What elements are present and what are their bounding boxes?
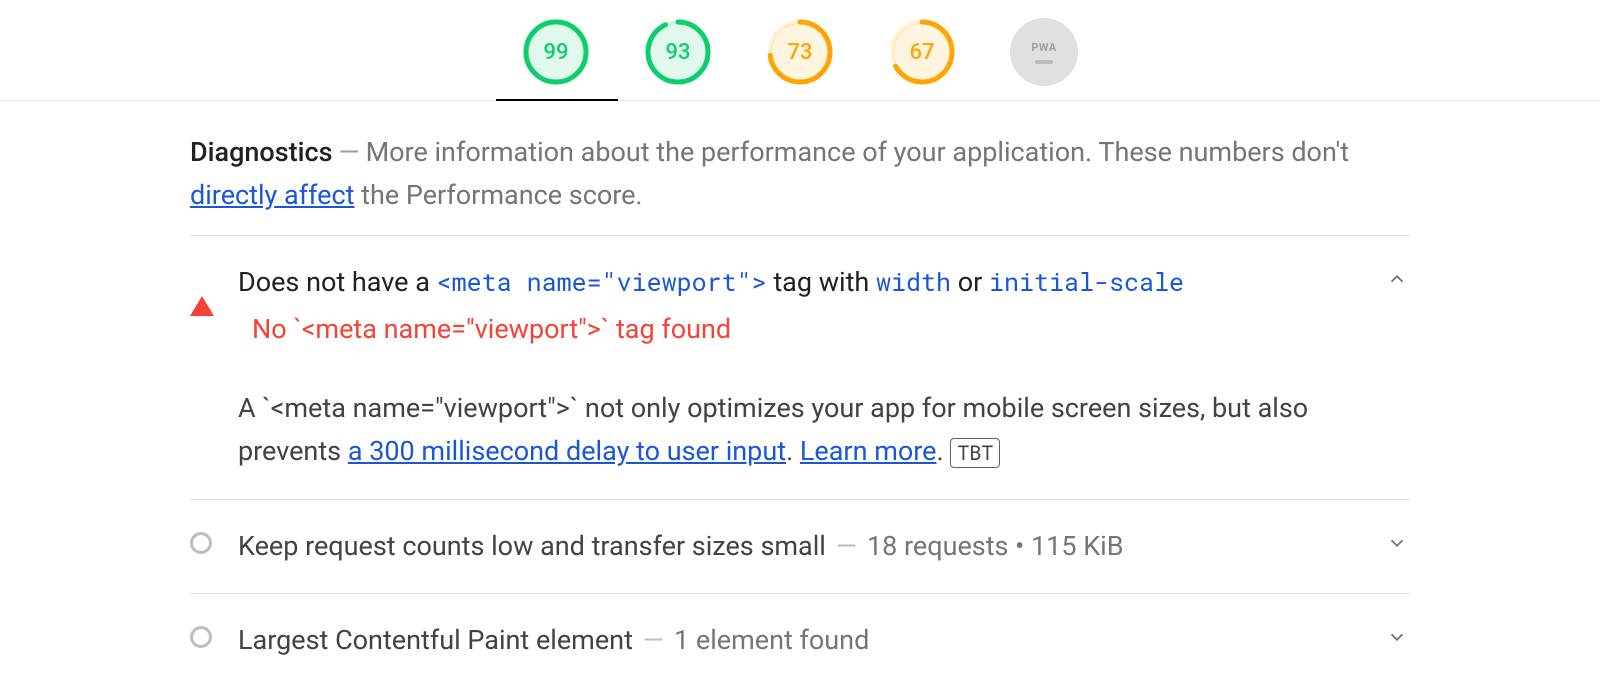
audit-lcp-element-title: Largest Contentful Paint element—1 eleme… <box>238 620 1362 661</box>
score-gauge-best-practices[interactable]: 73 <box>766 18 834 86</box>
diagnostics-panel: Diagnostics—More information about the p… <box>190 101 1410 686</box>
diagnostics-desc-before: More information about the performance o… <box>366 136 1349 168</box>
audit-request-counts-title: Keep request counts low and transfer siz… <box>238 526 1362 567</box>
neutral-circle-icon <box>190 526 214 554</box>
audit-viewport-title: Does not have a <meta name="viewport"> t… <box>238 262 1362 303</box>
fail-triangle-icon <box>190 262 214 316</box>
audit-viewport-learn-more-link[interactable]: Learn more <box>800 435 937 467</box>
diagnostics-title: Diagnostics <box>190 136 332 168</box>
audit-viewport-delay-link[interactable]: a 300 millisecond delay to user input <box>348 435 786 467</box>
pwa-badge-label: PWA <box>1031 41 1056 54</box>
chevron-down-icon <box>1386 620 1410 652</box>
score-gauge-pwa[interactable]: PWA <box>1010 18 1078 86</box>
pwa-dash-icon <box>1035 60 1053 64</box>
active-tab-underline <box>496 99 618 101</box>
score-gauge-accessibility[interactable]: 93 <box>644 18 712 86</box>
score-gauges-row: 99 93 73 67 PWA <box>0 0 1600 101</box>
score-gauge-performance[interactable]: 99 <box>522 18 590 86</box>
chevron-down-icon <box>1386 526 1410 558</box>
score-value: 99 <box>522 18 590 86</box>
score-value: 67 <box>888 18 956 86</box>
audit-lcp-element[interactable]: Largest Contentful Paint element—1 eleme… <box>190 594 1410 687</box>
score-value: 93 <box>644 18 712 86</box>
neutral-circle-icon <box>190 620 214 648</box>
audit-viewport[interactable]: Does not have a <meta name="viewport"> t… <box>190 236 1410 500</box>
audit-viewport-error: No `<meta name="viewport">` tag found <box>238 313 1362 345</box>
metric-tag-tbt: TBT <box>950 438 1000 468</box>
chevron-up-icon <box>1386 262 1410 294</box>
score-value: 73 <box>766 18 834 86</box>
audit-request-counts[interactable]: Keep request counts low and transfer siz… <box>190 500 1410 594</box>
audit-viewport-description: A `<meta name="viewport">` not only opti… <box>238 387 1362 473</box>
diagnostics-header: Diagnostics—More information about the p… <box>190 131 1410 236</box>
diagnostics-desc-after: the Performance score. <box>354 179 642 211</box>
score-gauge-seo[interactable]: 67 <box>888 18 956 86</box>
diagnostics-directly-affect-link[interactable]: directly affect <box>190 179 354 211</box>
